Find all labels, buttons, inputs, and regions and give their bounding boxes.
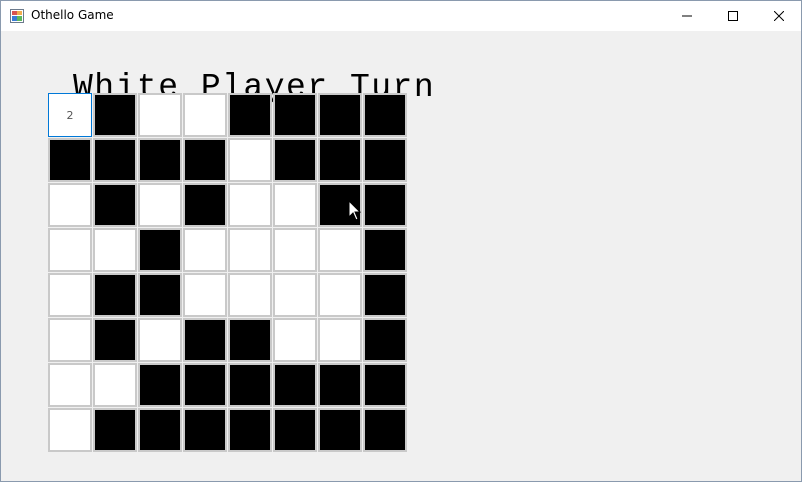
minimize-button[interactable] xyxy=(664,1,710,31)
minimize-icon xyxy=(682,15,692,17)
board-cell-r5-c4[interactable] xyxy=(183,273,227,317)
board-cell-r4-c3[interactable] xyxy=(138,228,182,272)
mouse-cursor-icon xyxy=(348,200,362,221)
board-cell-r2-c3[interactable] xyxy=(138,138,182,182)
board-cell-r7-c6[interactable] xyxy=(273,363,317,407)
maximize-icon xyxy=(728,11,738,21)
close-button[interactable] xyxy=(756,1,802,31)
board-cell-r8-c6[interactable] xyxy=(273,408,317,452)
board-cell-r5-c3[interactable] xyxy=(138,273,182,317)
board-cell-r2-c5[interactable] xyxy=(228,138,272,182)
board-cell-r6-c1[interactable] xyxy=(48,318,92,362)
board-cell-r4-c5[interactable] xyxy=(228,228,272,272)
board-cell-r6-c8[interactable] xyxy=(363,318,407,362)
board-cell-r2-c8[interactable] xyxy=(363,138,407,182)
board-cell-r8-c2[interactable] xyxy=(93,408,137,452)
board-cell-r6-c6[interactable] xyxy=(273,318,317,362)
board-cell-r4-c7[interactable] xyxy=(318,228,362,272)
board-cell-r8-c4[interactable] xyxy=(183,408,227,452)
board-cell-r4-c8[interactable] xyxy=(363,228,407,272)
app-icon xyxy=(10,9,24,23)
board-cell-r6-c5[interactable] xyxy=(228,318,272,362)
board-cell-r7-c4[interactable] xyxy=(183,363,227,407)
board-cell-r7-c8[interactable] xyxy=(363,363,407,407)
board-cell-r8-c5[interactable] xyxy=(228,408,272,452)
board-cell-r4-c6[interactable] xyxy=(273,228,317,272)
board-cell-r2-c6[interactable] xyxy=(273,138,317,182)
board-cell-r6-c2[interactable] xyxy=(93,318,137,362)
board-cell-r7-c7[interactable] xyxy=(318,363,362,407)
board-cell-r1-c2[interactable] xyxy=(93,93,137,137)
board-cell-r8-c8[interactable] xyxy=(363,408,407,452)
title-bar[interactable]: Othello Game xyxy=(1,1,801,31)
board-cell-r2-c4[interactable] xyxy=(183,138,227,182)
window-title: Othello Game xyxy=(31,8,114,22)
board-cell-r5-c2[interactable] xyxy=(93,273,137,317)
close-icon xyxy=(774,11,784,21)
board-cell-r1-c5[interactable] xyxy=(228,93,272,137)
board-cell-r3-c1[interactable] xyxy=(48,183,92,227)
board-cell-r5-c8[interactable] xyxy=(363,273,407,317)
board-cell-r8-c3[interactable] xyxy=(138,408,182,452)
maximize-button[interactable] xyxy=(710,1,756,31)
board-cell-r5-c7[interactable] xyxy=(318,273,362,317)
board-cell-r1-c4[interactable] xyxy=(183,93,227,137)
board-cell-r5-c5[interactable] xyxy=(228,273,272,317)
board-cell-r6-c7[interactable] xyxy=(318,318,362,362)
board-cell-r8-c1[interactable] xyxy=(48,408,92,452)
board-cell-r2-c7[interactable] xyxy=(318,138,362,182)
board-cell-r2-c1[interactable] xyxy=(48,138,92,182)
board-cell-r3-c3[interactable] xyxy=(138,183,182,227)
app-window: Othello Game White Player Turn 2 xyxy=(0,0,802,482)
board-cell-r3-c5[interactable] xyxy=(228,183,272,227)
board-cell-r6-c4[interactable] xyxy=(183,318,227,362)
board-cell-r2-c2[interactable] xyxy=(93,138,137,182)
board-cell-r5-c6[interactable] xyxy=(273,273,317,317)
board-cell-r3-c2[interactable] xyxy=(93,183,137,227)
board-cell-r1-c8[interactable] xyxy=(363,93,407,137)
board-cell-r3-c6[interactable] xyxy=(273,183,317,227)
board-cell-r7-c1[interactable] xyxy=(48,363,92,407)
board-cell-r3-c4[interactable] xyxy=(183,183,227,227)
board-cell-r1-c1[interactable]: 2 xyxy=(48,93,92,137)
board-cell-r7-c5[interactable] xyxy=(228,363,272,407)
board-cell-r1-c6[interactable] xyxy=(273,93,317,137)
board-cell-r1-c3[interactable] xyxy=(138,93,182,137)
board-cell-r3-c8[interactable] xyxy=(363,183,407,227)
board-cell-r8-c7[interactable] xyxy=(318,408,362,452)
board-cell-r1-c7[interactable] xyxy=(318,93,362,137)
board-cell-r4-c4[interactable] xyxy=(183,228,227,272)
board-cell-r6-c3[interactable] xyxy=(138,318,182,362)
board-cell-r4-c1[interactable] xyxy=(48,228,92,272)
board-cell-r4-c2[interactable] xyxy=(93,228,137,272)
othello-board: 2 xyxy=(48,93,408,453)
board-cell-r5-c1[interactable] xyxy=(48,273,92,317)
board-cell-r7-c2[interactable] xyxy=(93,363,137,407)
board-cell-r7-c3[interactable] xyxy=(138,363,182,407)
